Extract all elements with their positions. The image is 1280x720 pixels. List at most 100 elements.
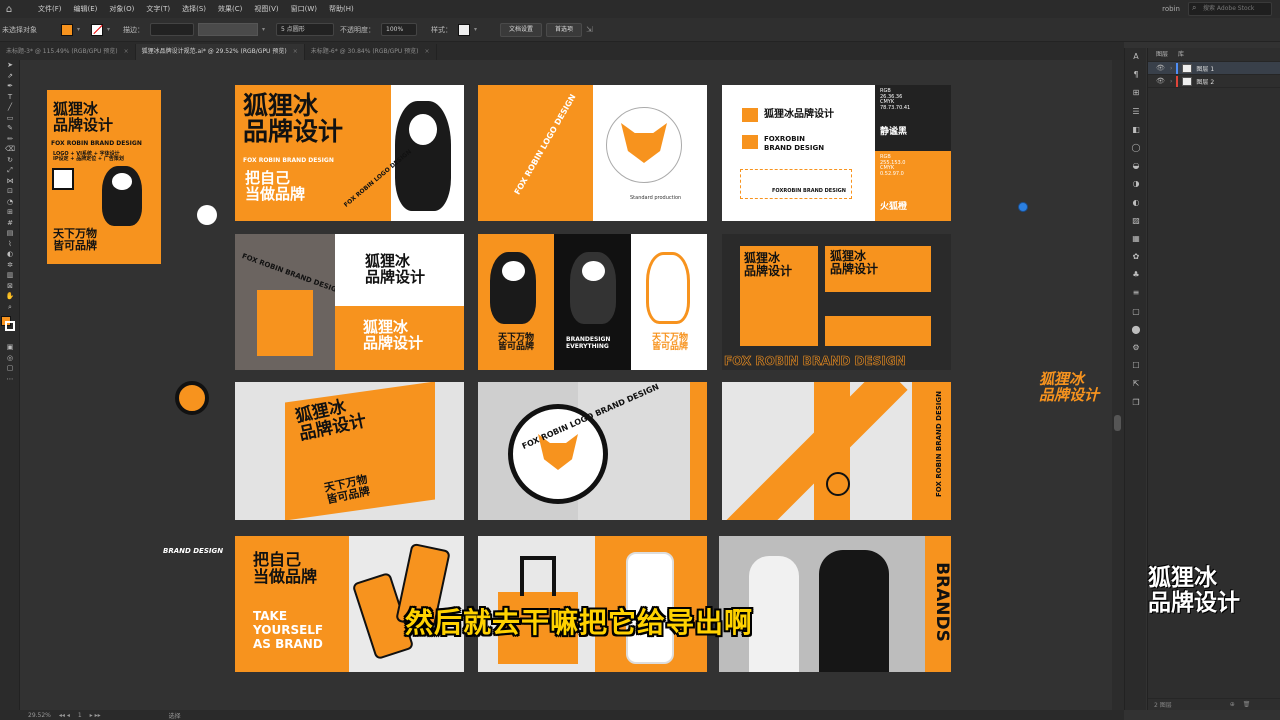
links-icon[interactable]: ⚙: [1125, 339, 1147, 357]
artboard-vi-colors[interactable]: 狐狸冰品牌设计 FOXROBIN BRAND DESIGN FOXROBIN B…: [722, 85, 951, 221]
perspective-tool-icon[interactable]: ⊞: [0, 207, 20, 218]
eye-icon[interactable]: 👁: [1156, 64, 1166, 72]
pencil-tool-icon[interactable]: ✏: [0, 134, 20, 145]
user-name[interactable]: robin: [1162, 5, 1180, 13]
transform-icon[interactable]: ⊞: [1125, 84, 1147, 102]
mesh-tool-icon[interactable]: #: [0, 218, 20, 229]
stroke-swatch[interactable]: [91, 23, 103, 36]
paintbrush-tool-icon[interactable]: ✎: [0, 123, 20, 134]
chevron-down-icon[interactable]: ▾: [262, 24, 272, 36]
layer-name[interactable]: 图层 2: [1196, 77, 1214, 86]
artboard-logo-construction[interactable]: FOX ROBIN LOGO DESIGN Standard productio…: [478, 85, 707, 221]
artboard-nav-next-icon[interactable]: ▸ ▸▸: [90, 712, 101, 719]
hand-tool-icon[interactable]: ✋: [0, 291, 20, 302]
artboard-nav-prev-icon[interactable]: ◂◂ ◂: [59, 712, 70, 719]
eraser-tool-icon[interactable]: ⌫: [0, 144, 20, 155]
graph-tool-icon[interactable]: ▥: [0, 270, 20, 281]
rectangle-tool-icon[interactable]: ▭: [0, 113, 20, 124]
menu-type[interactable]: 文字(T): [140, 0, 176, 18]
artboard-tote-bag[interactable]: FOX ROBIN BRAND DESIGN 狐狸冰 品牌设计 狐狸冰 品牌设计: [235, 234, 464, 370]
tab-document-1[interactable]: 未标题-3* @ 115.49% (RGB/GPU 预览) ×: [0, 44, 136, 60]
pen-tool-icon[interactable]: ✒: [0, 81, 20, 92]
document-setup-button[interactable]: 文档设置: [500, 22, 543, 37]
brushes-icon[interactable]: ✿: [1125, 248, 1147, 266]
appearance-icon[interactable]: ◐: [1125, 194, 1147, 212]
menu-help[interactable]: 帮助(H): [323, 0, 360, 18]
arrange-icon[interactable]: ⇲: [586, 24, 602, 36]
stroke-weight-field[interactable]: [150, 23, 194, 36]
layer-row[interactable]: 👁 › 图层 2: [1148, 75, 1280, 88]
artboard-tool-icon[interactable]: ⊠: [0, 281, 20, 292]
selection-tool-icon[interactable]: ➤: [0, 60, 20, 71]
type-tool-icon[interactable]: T: [0, 92, 20, 103]
scale-tool-icon[interactable]: ⤢: [0, 165, 20, 176]
layers-icon[interactable]: ≡: [1125, 284, 1147, 302]
blend-tool-icon[interactable]: ◐: [0, 249, 20, 260]
symbol-sprayer-tool-icon[interactable]: ✲: [0, 260, 20, 271]
new-layer-icon[interactable]: ⊕: [1230, 701, 1235, 708]
chevron-right-icon[interactable]: ›: [1170, 78, 1172, 85]
symbols-icon[interactable]: ♣: [1125, 266, 1147, 284]
side-logo-text[interactable]: 狐狸冰 品牌设计: [1039, 371, 1099, 404]
artboard-tape[interactable]: FOX ROBIN BRAND DESIGN: [722, 382, 951, 520]
opacity-field[interactable]: 100%: [381, 23, 417, 36]
export-icon[interactable]: ⇱: [1125, 375, 1147, 393]
artboards-icon[interactable]: ▢: [1125, 303, 1147, 321]
shape-builder-tool-icon[interactable]: ◔: [0, 197, 20, 208]
layer-row[interactable]: 👁 › 图层 1: [1148, 62, 1280, 75]
menu-view[interactable]: 视图(V): [248, 0, 284, 18]
eye-icon[interactable]: 👁: [1156, 77, 1166, 85]
paragraph-icon[interactable]: ¶: [1125, 66, 1147, 84]
tab-libraries[interactable]: 库: [1178, 48, 1184, 61]
menu-window[interactable]: 窗口(W): [285, 0, 323, 18]
asset-export-icon[interactable]: ❐: [1125, 394, 1147, 412]
zoom-level[interactable]: 29.52%: [28, 712, 51, 719]
variable-width-profile[interactable]: [198, 23, 258, 36]
close-icon[interactable]: ×: [293, 44, 298, 60]
menu-edit[interactable]: 编辑(E): [68, 0, 104, 18]
align-icon[interactable]: ☰: [1125, 103, 1147, 121]
fox-logo-badge[interactable]: [197, 205, 217, 225]
brush-definition[interactable]: 5 点圆形: [276, 23, 334, 36]
eyedropper-tool-icon[interactable]: ⌇: [0, 239, 20, 250]
drawing-mode-icon[interactable]: ◎: [0, 353, 20, 364]
transparency-icon[interactable]: ◑: [1125, 175, 1147, 193]
color-mode-icon[interactable]: ▣: [0, 342, 20, 353]
tab-layers[interactable]: 图层: [1156, 48, 1168, 61]
menu-object[interactable]: 对象(O): [103, 0, 140, 18]
chevron-right-icon[interactable]: ›: [1170, 65, 1172, 72]
character-icon[interactable]: A: [1125, 48, 1147, 66]
artboard-poster-mockup[interactable]: 狐狸冰 品牌设计 天下万物 皆可品牌: [235, 382, 464, 520]
artboard-banner[interactable]: 狐狸冰 品牌设计 FOX ROBIN BRAND DESIGN 把自己 当做品牌…: [235, 85, 464, 221]
artboard-poster[interactable]: 狐狸冰 品牌设计 FOX ROBIN BRAND DESIGN LOGO + V…: [47, 90, 161, 264]
more-tools-icon[interactable]: ⋯: [0, 374, 20, 385]
vertical-scrollbar[interactable]: [1112, 60, 1124, 710]
stock-search-input[interactable]: 搜索 Adobe Stock: [1188, 2, 1272, 16]
artboard-characters[interactable]: 天下万物 皆可品牌 BRANDESIGN EVERYTHING 天下万物 皆可品…: [478, 234, 707, 370]
swatches-icon[interactable]: ▦: [1125, 230, 1147, 248]
menu-effect[interactable]: 效果(C): [212, 0, 248, 18]
layer-name[interactable]: 图层 1: [1196, 64, 1214, 73]
menu-select[interactable]: 选择(S): [176, 0, 212, 18]
libraries-icon[interactable]: ☐: [1125, 357, 1147, 375]
close-icon[interactable]: ×: [425, 44, 430, 60]
fill-stroke-widget[interactable]: [0, 312, 20, 342]
stroke-icon[interactable]: ◯: [1125, 139, 1147, 157]
chevron-down-icon[interactable]: ▾: [107, 24, 117, 36]
color-icon[interactable]: ⬤: [1125, 321, 1147, 339]
gradient-icon[interactable]: ◒: [1125, 157, 1147, 175]
artboard-number[interactable]: 1: [78, 712, 82, 719]
width-tool-icon[interactable]: ⋈: [0, 176, 20, 187]
style-swatch[interactable]: [458, 23, 470, 36]
rotate-tool-icon[interactable]: ↻: [0, 155, 20, 166]
screen-mode-icon[interactable]: ▢: [0, 363, 20, 374]
fill-swatch[interactable]: [61, 23, 73, 36]
pathfinder-icon[interactable]: ◧: [1125, 121, 1147, 139]
zoom-tool-icon[interactable]: ⌕: [0, 302, 20, 313]
delete-layer-icon[interactable]: 🗑: [1243, 701, 1251, 708]
preferences-button[interactable]: 首选项: [546, 22, 583, 37]
gradient-tool-icon[interactable]: ▤: [0, 228, 20, 239]
tab-document-2[interactable]: 狐狸冰品牌设计规范.ai* @ 29.52% (RGB/GPU 预览) ×: [135, 44, 305, 60]
artboard-signboard[interactable]: FOX ROBIN LOGO BRAND DESIGN: [478, 382, 707, 520]
chevron-down-icon[interactable]: ▾: [77, 24, 87, 36]
